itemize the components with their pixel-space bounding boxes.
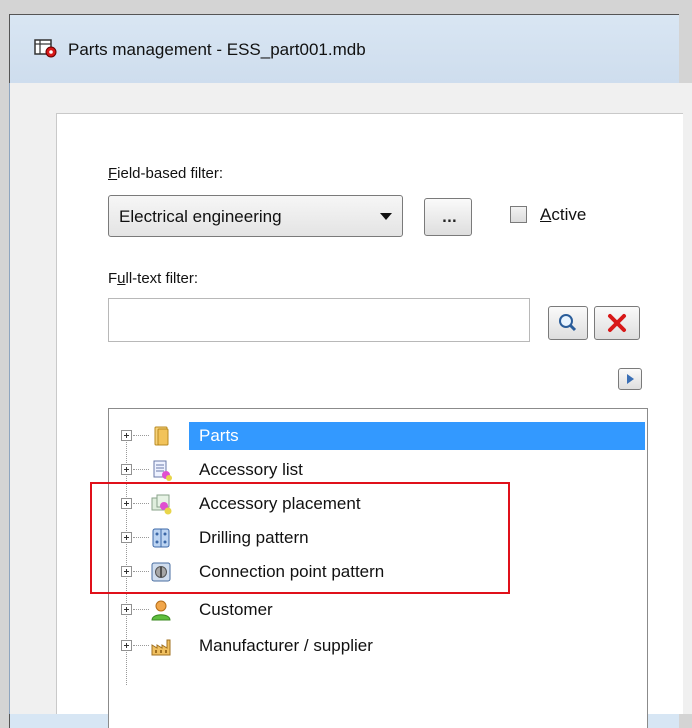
clear-icon xyxy=(608,314,626,332)
tree-item-label: Manufacturer / supplier xyxy=(199,636,373,655)
tree-item-label: Parts xyxy=(199,426,239,445)
more-options-button[interactable]: ... xyxy=(424,198,472,236)
expand-icon[interactable] xyxy=(121,604,132,615)
customer-icon xyxy=(151,600,171,621)
tree-item-label: Accessory list xyxy=(199,460,303,479)
selection-highlight xyxy=(189,422,645,450)
parts-management-app-icon xyxy=(34,39,57,58)
title-bar[interactable]: Parts management - ESS_part001.mdb xyxy=(10,15,679,90)
tree-item-customer[interactable]: Customer xyxy=(109,595,649,625)
field-filter-selected-value: Electrical engineering xyxy=(119,207,282,226)
active-checkbox-label[interactable]: Active xyxy=(540,205,586,225)
tree-connector xyxy=(133,435,149,436)
expand-icon[interactable] xyxy=(121,464,132,475)
tree-item-parts[interactable]: Parts xyxy=(109,421,649,451)
tree-item-manufacturer-supplier[interactable]: Manufacturer / supplier xyxy=(109,631,649,661)
clear-filter-button[interactable] xyxy=(594,306,640,340)
field-filter-combobox[interactable]: Electrical engineering xyxy=(108,195,403,237)
tree-connector xyxy=(133,609,149,610)
accessory-list-icon xyxy=(153,460,172,481)
search-icon xyxy=(559,314,577,332)
fulltext-filter-label: Full-text filter: xyxy=(108,270,199,287)
chevron-down-icon xyxy=(380,213,392,220)
fulltext-filter-input[interactable] xyxy=(108,298,530,342)
expand-panel-button[interactable] xyxy=(618,368,642,390)
annotation-highlight-box xyxy=(90,482,510,594)
tree-item-label: Customer xyxy=(199,600,273,619)
expand-icon[interactable] xyxy=(121,430,132,441)
field-filter-label: Field-based filter: xyxy=(108,165,224,182)
tree-connector xyxy=(133,469,149,470)
search-button[interactable] xyxy=(548,306,588,340)
active-checkbox[interactable] xyxy=(510,206,527,223)
play-arrow-icon xyxy=(627,374,634,384)
tree-item-accessory-list[interactable]: Accessory list xyxy=(109,455,649,485)
active-label-rest: ctive xyxy=(551,205,587,224)
expand-icon[interactable] xyxy=(121,640,132,651)
window-title: Parts management - ESS_part001.mdb xyxy=(68,40,366,59)
manufacturer-icon xyxy=(151,639,171,656)
more-options-label: ... xyxy=(442,211,457,226)
tree-connector xyxy=(133,645,149,646)
field-filter-label-rest: ield-based filter: xyxy=(117,165,224,182)
folder-icon xyxy=(154,426,169,446)
